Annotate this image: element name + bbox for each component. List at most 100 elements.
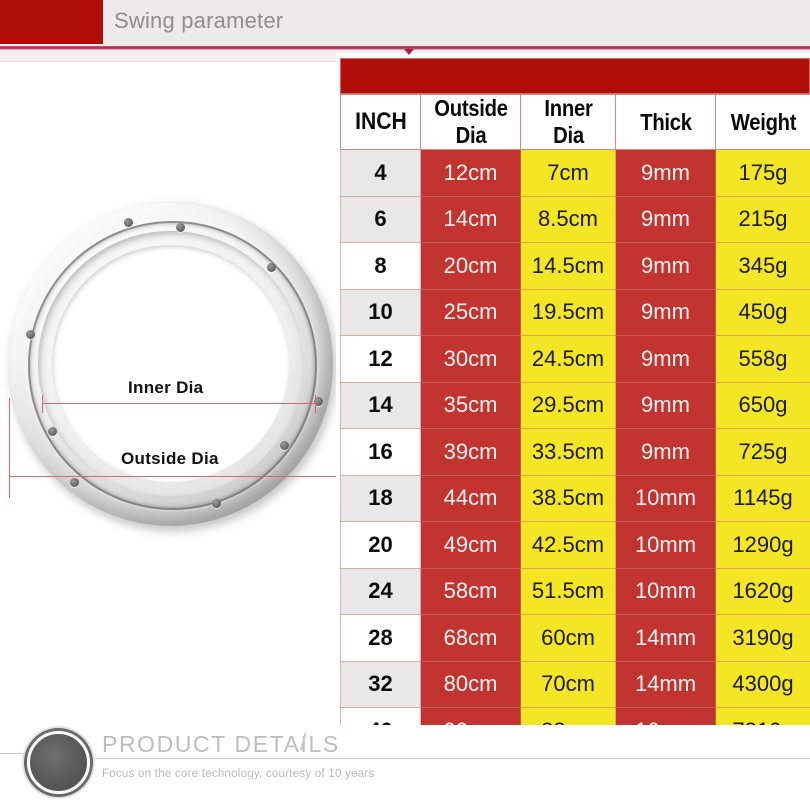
cell-weight: 175g bbox=[715, 149, 810, 197]
cell-inner-dia: 70cm bbox=[520, 660, 616, 708]
column-header-weight: Weight bbox=[720, 94, 806, 150]
table-row: 14 35cm 29.5cm 9mm 650g bbox=[340, 381, 810, 429]
cell-inner-dia: 29.5cm bbox=[520, 381, 616, 429]
cell-outside-dia: 25cm bbox=[420, 288, 521, 336]
cell-inner-dia: 7cm bbox=[520, 149, 616, 197]
cell-inch: 16 bbox=[340, 428, 421, 476]
cell-thick: 9mm bbox=[615, 195, 716, 243]
footer-rule-left bbox=[0, 753, 30, 754]
column-header-outside-dia: Outside Dia bbox=[426, 94, 515, 150]
cell-outside-dia: 49cm bbox=[420, 521, 521, 569]
cell-outside-dia: 80cm bbox=[420, 660, 521, 708]
cell-weight: 1620g bbox=[715, 567, 810, 615]
cell-inch: 8 bbox=[340, 242, 421, 290]
cell-thick: 10mm bbox=[615, 521, 716, 569]
footer-rule-right bbox=[88, 758, 810, 759]
table-row: 10 25cm 19.5cm 9mm 450g bbox=[340, 288, 810, 336]
outside-dia-measure-line bbox=[9, 476, 336, 477]
inner-dia-label: Inner Dia bbox=[126, 378, 206, 398]
cell-inner-dia: 24.5cm bbox=[520, 335, 616, 383]
header-red-block bbox=[0, 0, 103, 44]
cell-weight: 558g bbox=[715, 335, 810, 383]
outside-dia-left-cap bbox=[9, 398, 10, 498]
cell-inch: 28 bbox=[340, 614, 421, 662]
cell-inner-dia: 38.5cm bbox=[520, 474, 616, 522]
inner-dia-measure-line bbox=[42, 403, 315, 404]
cell-thick: 14mm bbox=[615, 660, 716, 708]
cell-inch: 12 bbox=[340, 335, 421, 383]
cell-inner-dia: 42.5cm bbox=[520, 521, 616, 569]
cell-weight: 1145g bbox=[715, 474, 810, 522]
cell-inch: 32 bbox=[340, 660, 421, 708]
column-header-inch: INCH bbox=[344, 94, 417, 150]
page-footer: PRODUCT DETAILS / Focus on the core tech… bbox=[0, 725, 810, 810]
cell-thick: 9mm bbox=[615, 149, 716, 197]
bearing-screw-icon bbox=[48, 427, 57, 436]
spec-table-panel: INCH Outside Dia Inner Dia Thick Weight … bbox=[340, 58, 810, 755]
cell-inner-dia: 19.5cm bbox=[520, 288, 616, 336]
cell-inch: 4 bbox=[340, 149, 421, 197]
cell-outside-dia: 20cm bbox=[420, 242, 521, 290]
cell-inch: 20 bbox=[340, 521, 421, 569]
cell-thick: 14mm bbox=[615, 614, 716, 662]
footer-slash-separator: / bbox=[300, 729, 307, 756]
header-tick-marker-icon bbox=[404, 49, 414, 55]
table-row: 12 30cm 24.5cm 9mm 558g bbox=[340, 335, 810, 383]
table-header-row: INCH Outside Dia Inner Dia Thick Weight bbox=[341, 94, 810, 150]
bearing-screw-icon bbox=[70, 478, 79, 487]
product-panel-top-strip bbox=[0, 53, 336, 62]
cell-inner-dia: 51.5cm bbox=[520, 567, 616, 615]
table-row: 16 39cm 33.5cm 9mm 725g bbox=[340, 428, 810, 476]
table-row: 4 12cm 7cm 9mm 175g bbox=[340, 149, 810, 197]
column-header-thick: Thick bbox=[621, 94, 710, 150]
bearing-screw-icon bbox=[267, 263, 276, 272]
cell-outside-dia: 44cm bbox=[420, 474, 521, 522]
bearing-screw-icon bbox=[26, 330, 35, 339]
cell-weight: 3190g bbox=[715, 614, 810, 662]
cell-thick: 9mm bbox=[615, 288, 716, 336]
brand-logo-icon bbox=[27, 731, 90, 794]
cell-thick: 10mm bbox=[615, 474, 716, 522]
table-row: 28 68cm 60cm 14mm 3190g bbox=[340, 614, 810, 662]
cell-thick: 9mm bbox=[615, 428, 716, 476]
column-header-inner-dia: Inner Dia bbox=[525, 94, 611, 150]
cell-inner-dia: 14.5cm bbox=[520, 242, 616, 290]
table-row: 18 44cm 38.5cm 10mm 1145g bbox=[340, 474, 810, 522]
cell-weight: 4300g bbox=[715, 660, 810, 708]
footer-subtitle: Focus on the core technology, courtesy o… bbox=[102, 768, 375, 780]
cell-inch: 10 bbox=[340, 288, 421, 336]
bearing-screw-icon bbox=[176, 223, 185, 232]
cell-weight: 450g bbox=[715, 288, 810, 336]
specification-table: INCH Outside Dia Inner Dia Thick Weight … bbox=[340, 94, 810, 755]
table-row: 20 49cm 42.5cm 10mm 1290g bbox=[340, 521, 810, 569]
cell-thick: 9mm bbox=[615, 335, 716, 383]
bearing-screw-icon bbox=[124, 218, 133, 227]
cell-weight: 725g bbox=[715, 428, 810, 476]
cell-outside-dia: 58cm bbox=[420, 567, 521, 615]
cell-outside-dia: 12cm bbox=[420, 149, 521, 197]
product-image-panel: Inner Dia Outside Dia bbox=[0, 53, 336, 733]
cell-inner-dia: 8.5cm bbox=[520, 195, 616, 243]
cell-weight: 1290g bbox=[715, 521, 810, 569]
page-header-banner: Swing parameter bbox=[0, 0, 810, 46]
cell-inner-dia: 60cm bbox=[520, 614, 616, 662]
cell-outside-dia: 30cm bbox=[420, 335, 521, 383]
cell-weight: 215g bbox=[715, 195, 810, 243]
table-row: 24 58cm 51.5cm 10mm 1620g bbox=[340, 567, 810, 615]
cell-outside-dia: 14cm bbox=[420, 195, 521, 243]
bearing-screw-icon bbox=[212, 499, 221, 508]
cell-thick: 9mm bbox=[615, 381, 716, 429]
outside-dia-label: Outside Dia bbox=[119, 449, 221, 469]
cell-inch: 24 bbox=[340, 567, 421, 615]
cell-weight: 345g bbox=[715, 242, 810, 290]
turntable-bearing-photo bbox=[8, 201, 333, 526]
bearing-center-hole bbox=[52, 245, 289, 482]
inner-dia-right-cap bbox=[315, 395, 316, 413]
cell-thick: 9mm bbox=[615, 242, 716, 290]
cell-inch: 6 bbox=[340, 195, 421, 243]
cell-outside-dia: 39cm bbox=[420, 428, 521, 476]
cell-thick: 10mm bbox=[615, 567, 716, 615]
cell-inner-dia: 33.5cm bbox=[520, 428, 616, 476]
table-row: 6 14cm 8.5cm 9mm 215g bbox=[340, 195, 810, 243]
cell-outside-dia: 35cm bbox=[420, 381, 521, 429]
